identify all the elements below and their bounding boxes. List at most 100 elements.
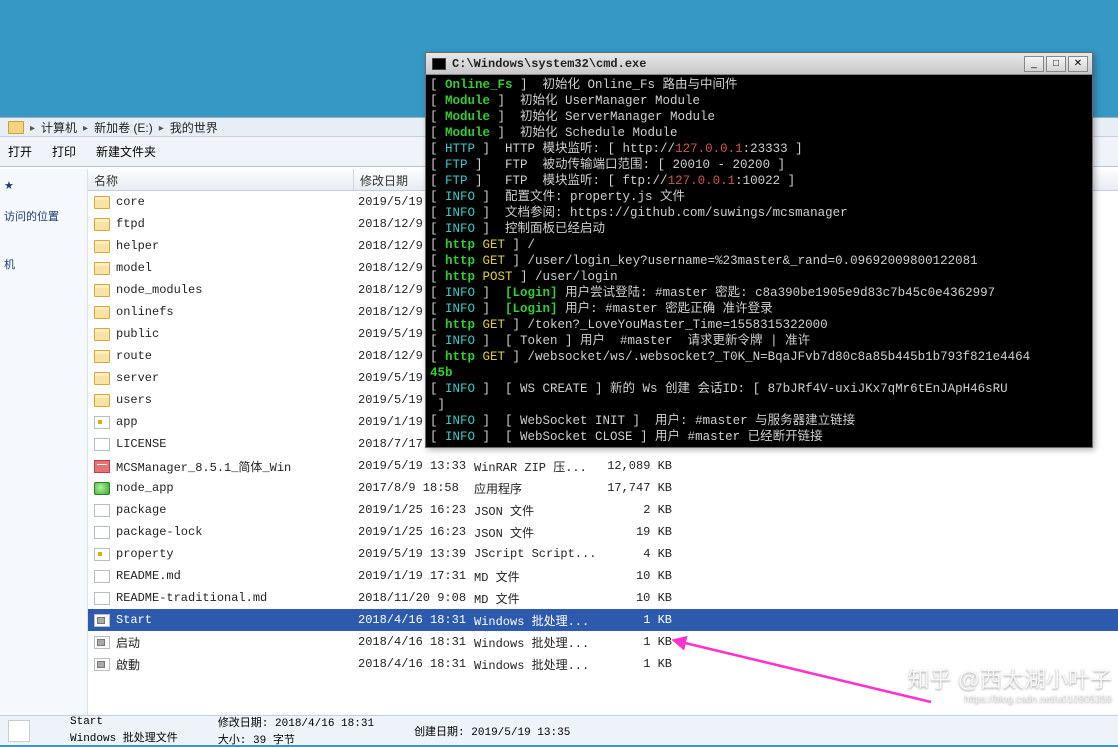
file-size: 10 KB bbox=[600, 569, 690, 583]
file-name: users bbox=[116, 393, 152, 407]
file-name: property bbox=[116, 547, 174, 561]
chevron-right-icon bbox=[28, 120, 37, 134]
sidebar-item[interactable] bbox=[2, 236, 85, 244]
file-name: server bbox=[116, 371, 159, 385]
statusbar: Start Windows 批处理文件 修改日期: 2018/4/16 18:3… bbox=[0, 715, 1118, 745]
file-row[interactable]: node_app2017/8/9 18:58应用程序17,747 KB bbox=[88, 477, 1118, 499]
file-date: 2018/4/16 18:31 bbox=[354, 635, 470, 649]
file-date: 2019/5/19 13:33 bbox=[354, 459, 470, 473]
folder-icon bbox=[94, 262, 110, 275]
file-type: MD 文件 bbox=[470, 568, 600, 585]
breadcrumb-part[interactable]: 我的世界 bbox=[170, 119, 218, 136]
file-name: onlinefs bbox=[116, 305, 174, 319]
status-size-label: 大小: bbox=[218, 735, 247, 747]
file-icon bbox=[94, 504, 110, 517]
sidebar-item[interactable]: 访问的位置 bbox=[2, 204, 85, 228]
file-name: Start bbox=[116, 613, 152, 627]
status-created-label: 创建日期: bbox=[414, 727, 465, 739]
file-name: README-traditional.md bbox=[116, 591, 267, 605]
file-size: 1 KB bbox=[600, 613, 690, 627]
file-name: ftpd bbox=[116, 217, 145, 231]
file-size: 12,089 KB bbox=[600, 459, 690, 473]
file-row[interactable]: package-lock2019/1/25 16:23JSON 文件19 KB bbox=[88, 521, 1118, 543]
watermark-main: 知乎 @西太湖小叶子 bbox=[908, 662, 1112, 694]
bat-icon bbox=[94, 636, 110, 649]
minimize-button[interactable]: _ bbox=[1024, 56, 1044, 72]
file-name: app bbox=[116, 415, 138, 429]
cmd-output[interactable]: [ Online_Fs ] 初始化 Online_Fs 路由与中间件 [ Mod… bbox=[426, 75, 1092, 447]
new-folder-button[interactable]: 新建文件夹 bbox=[96, 143, 156, 160]
file-size: 17,747 KB bbox=[600, 481, 690, 495]
file-icon bbox=[94, 570, 110, 583]
file-row[interactable]: package 2019/1/25 16:23JSON 文件2 KB bbox=[88, 499, 1118, 521]
folder-icon bbox=[94, 284, 110, 297]
file-date: 2018/4/16 18:31 bbox=[354, 657, 470, 671]
file-type: JSON 文件 bbox=[470, 502, 600, 519]
file-date: 2019/1/25 16:23 bbox=[354, 525, 470, 539]
chevron-right-icon bbox=[81, 120, 90, 134]
sidebar-item[interactable]: ★ bbox=[2, 175, 85, 196]
file-type: JSON 文件 bbox=[470, 524, 600, 541]
file-type: WinRAR ZIP 压... bbox=[470, 458, 600, 475]
status-name: Start bbox=[70, 716, 178, 728]
sidebar-item[interactable] bbox=[2, 196, 85, 204]
file-row[interactable]: MCSManager_8.5.1_简体_Win2019/5/19 13:33Wi… bbox=[88, 455, 1118, 477]
file-size: 2 KB bbox=[600, 503, 690, 517]
breadcrumb[interactable]: 计算机 新加卷 (E:) 我的世界 bbox=[8, 119, 218, 136]
file-name: README.md bbox=[116, 569, 181, 583]
status-mod-label: 修改日期: bbox=[218, 718, 269, 730]
file-type: MD 文件 bbox=[470, 590, 600, 607]
bat-icon bbox=[94, 658, 110, 671]
drive-icon bbox=[8, 121, 24, 134]
folder-icon bbox=[94, 328, 110, 341]
file-icon bbox=[94, 526, 110, 539]
file-date: 2017/8/9 18:58 bbox=[354, 481, 470, 495]
folder-icon bbox=[94, 240, 110, 253]
file-name: LICENSE bbox=[116, 437, 166, 451]
file-name: 启动 bbox=[116, 634, 140, 651]
maximize-button[interactable]: □ bbox=[1046, 56, 1066, 72]
file-row[interactable]: README-traditional.md 2018/11/20 9:08MD 文… bbox=[88, 587, 1118, 609]
folder-icon bbox=[94, 372, 110, 385]
chevron-right-icon bbox=[157, 120, 166, 134]
folder-icon bbox=[94, 218, 110, 231]
js-icon bbox=[94, 416, 110, 429]
js-icon bbox=[94, 548, 110, 561]
file-row[interactable]: property2019/5/19 13:39JScript Script...… bbox=[88, 543, 1118, 565]
file-name: node_modules bbox=[116, 283, 202, 297]
file-name: package-lock bbox=[116, 525, 202, 539]
file-row[interactable]: Start2018/4/16 18:31Windows 批处理...1 KB bbox=[88, 609, 1118, 631]
sidebar-item[interactable]: 机 bbox=[2, 252, 85, 276]
open-button[interactable]: 打开 bbox=[8, 143, 32, 160]
close-button[interactable]: ✕ bbox=[1068, 56, 1088, 72]
file-name: route bbox=[116, 349, 152, 363]
file-date: 2018/11/20 9:08 bbox=[354, 591, 470, 605]
folder-icon bbox=[94, 394, 110, 407]
print-button[interactable]: 打印 bbox=[52, 143, 76, 160]
col-header-name[interactable]: 名称 bbox=[88, 169, 354, 190]
file-date: 2019/5/19 13:39 bbox=[354, 547, 470, 561]
file-type: 应用程序 bbox=[470, 480, 600, 497]
cmd-icon bbox=[432, 58, 446, 70]
file-name: package bbox=[116, 503, 166, 517]
cmd-titlebar[interactable]: C:\Windows\system32\cmd.exe _ □ ✕ bbox=[426, 53, 1092, 75]
file-date: 2019/1/19 17:31 bbox=[354, 569, 470, 583]
cmd-window[interactable]: C:\Windows\system32\cmd.exe _ □ ✕ [ Onli… bbox=[425, 52, 1093, 448]
file-date: 2019/1/25 16:23 bbox=[354, 503, 470, 517]
file-name: helper bbox=[116, 239, 159, 253]
breadcrumb-part[interactable]: 新加卷 (E:) bbox=[94, 119, 153, 136]
file-row[interactable]: README.md 2019/1/19 17:31MD 文件10 KB bbox=[88, 565, 1118, 587]
watermark-sub: https://blog.csdn.net/u010905359 bbox=[908, 694, 1112, 705]
file-row[interactable]: 启动2018/4/16 18:31Windows 批处理...1 KB bbox=[88, 631, 1118, 653]
bat-icon bbox=[94, 614, 110, 627]
file-icon bbox=[8, 720, 30, 742]
sidebar[interactable]: ★ 访问的位置 机 bbox=[0, 169, 88, 715]
file-name: public bbox=[116, 327, 159, 341]
sidebar-item[interactable] bbox=[2, 244, 85, 252]
sidebar-item[interactable] bbox=[2, 228, 85, 236]
status-mod-val: 2018/4/16 18:31 bbox=[275, 718, 374, 730]
file-icon bbox=[94, 592, 110, 605]
breadcrumb-part[interactable]: 计算机 bbox=[41, 119, 77, 136]
window-control-buttons: _ □ ✕ bbox=[1022, 56, 1088, 72]
cmd-title: C:\Windows\system32\cmd.exe bbox=[452, 57, 1022, 71]
